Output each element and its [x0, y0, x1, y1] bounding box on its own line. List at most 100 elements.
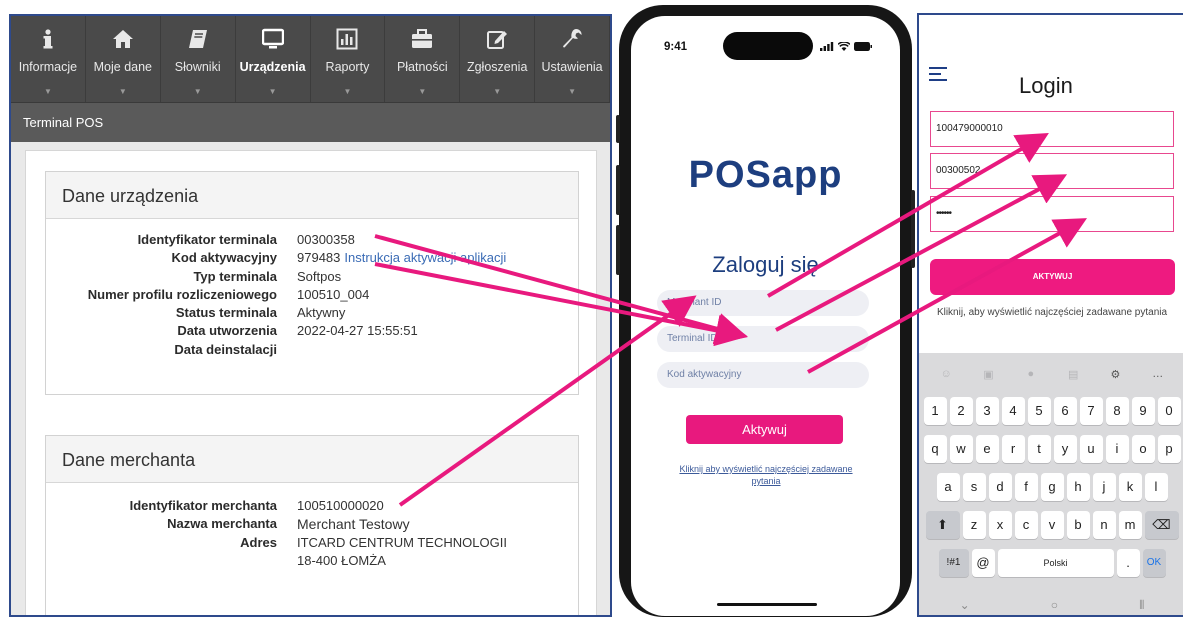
- chevron-down-icon[interactable]: ⌄: [960, 598, 970, 612]
- faq-link[interactable]: Kliknij aby wyświetlić najczęściej zadaw…: [671, 463, 861, 487]
- key[interactable]: b: [1066, 511, 1090, 539]
- top-navigation: Informacje ▼ Moje dane ▼ Słowniki ▼ Urzą…: [11, 16, 610, 102]
- key[interactable]: v: [1040, 511, 1064, 539]
- merchant-id-value: 100510000020: [297, 498, 384, 513]
- key[interactable]: h: [1066, 473, 1090, 501]
- home-circle-icon[interactable]: ○: [1051, 598, 1058, 612]
- key[interactable]: 7: [1079, 397, 1103, 425]
- faq-link[interactable]: Kliknij, aby wyświetlić najczęściej zada…: [925, 307, 1179, 319]
- nav-item-urzadzenia[interactable]: Urządzenia ▼: [236, 16, 311, 102]
- activation-instructions-link[interactable]: Instrukcja aktywacji aplikacji: [344, 249, 506, 267]
- key[interactable]: i: [1105, 435, 1129, 463]
- nav-item-platnosci[interactable]: Płatności ▼: [385, 16, 461, 102]
- activation-code-input[interactable]: Kod aktywacyjny: [657, 362, 869, 388]
- detail-label: Data deinstalacji: [174, 341, 277, 357]
- key[interactable]: 5: [1027, 397, 1051, 425]
- key[interactable]: 9: [1131, 397, 1155, 425]
- key[interactable]: n: [1092, 511, 1116, 539]
- menu-icon[interactable]: [929, 67, 947, 85]
- key[interactable]: q: [923, 435, 947, 463]
- key[interactable]: 0: [1157, 397, 1181, 425]
- detail-row: Data deinstalacji: [46, 341, 578, 359]
- at-key[interactable]: @: [971, 549, 995, 577]
- activation-code-value: 979483: [297, 250, 341, 266]
- symbols-key[interactable]: !#1: [938, 549, 969, 577]
- key[interactable]: u: [1079, 435, 1103, 463]
- detail-label: Identyfikator terminala: [137, 232, 277, 247]
- activation-code-field[interactable]: ••••••: [930, 196, 1174, 232]
- key[interactable]: w: [949, 435, 973, 463]
- system-icons: [820, 42, 872, 51]
- terminal-id-input[interactable]: Terminal ID: [657, 326, 869, 352]
- key[interactable]: g: [1040, 473, 1064, 501]
- key[interactable]: 4: [1001, 397, 1025, 425]
- clipboard-icon[interactable]: ▤: [1062, 368, 1084, 381]
- more-icon[interactable]: …: [1147, 368, 1169, 380]
- detail-value: 2022-04-27 15:55:51: [297, 323, 418, 339]
- key[interactable]: c: [1014, 511, 1038, 539]
- key[interactable]: d: [988, 473, 1012, 501]
- key[interactable]: m: [1118, 511, 1142, 539]
- monitor-icon: [260, 26, 286, 52]
- space-key[interactable]: Polski: [997, 549, 1114, 577]
- nav-item-ustawienia[interactable]: Ustawienia ▼: [535, 16, 610, 102]
- key[interactable]: p: [1157, 435, 1181, 463]
- nav-item-slowniki[interactable]: Słowniki ▼: [161, 16, 236, 102]
- key[interactable]: 6: [1053, 397, 1077, 425]
- detail-row: Status terminala Aktywny: [46, 304, 578, 322]
- terminal-id-field[interactable]: 00300502: [930, 153, 1174, 189]
- activate-button[interactable]: Aktywuj: [686, 415, 843, 444]
- shift-key[interactable]: ⬆: [925, 511, 960, 539]
- key[interactable]: r: [1001, 435, 1025, 463]
- key[interactable]: j: [1092, 473, 1116, 501]
- key[interactable]: z: [962, 511, 986, 539]
- detail-value: Aktywny: [297, 305, 346, 321]
- key[interactable]: o: [1131, 435, 1155, 463]
- key[interactable]: 2: [949, 397, 973, 425]
- period-key[interactable]: .: [1116, 549, 1140, 577]
- emoji-icon[interactable]: ☺: [935, 368, 957, 380]
- merchant-id-input[interactable]: Merchant ID: [657, 290, 869, 316]
- nav-item-zgloszenia[interactable]: Zgłoszenia ▼: [460, 16, 536, 102]
- key[interactable]: e: [975, 435, 999, 463]
- merchant-id-field[interactable]: 100479000010: [930, 111, 1174, 147]
- recents-icon[interactable]: ⦀: [1139, 598, 1144, 613]
- nav-item-informacje[interactable]: Informacje ▼: [11, 16, 86, 102]
- key[interactable]: 8: [1105, 397, 1129, 425]
- microphone-icon[interactable]: ●: [1020, 368, 1042, 380]
- sticker-icon[interactable]: ▣: [977, 368, 999, 381]
- iphone-mockup: 9:41 POSapp Zaloguj się Merchant ID Term…: [616, 5, 915, 617]
- keyboard-toolbar: ☺ ▣ ● ▤ ⚙ …: [919, 353, 1183, 395]
- volume-down-button: [616, 225, 620, 275]
- nav-label: Ustawienia: [541, 60, 603, 74]
- key[interactable]: 1: [923, 397, 947, 425]
- ok-key[interactable]: OK: [1142, 549, 1166, 577]
- nav-item-moje-dane[interactable]: Moje dane ▼: [86, 16, 161, 102]
- phone-screen: 9:41 POSapp Zaloguj się Merchant ID Term…: [631, 16, 900, 616]
- nav-item-raporty[interactable]: Raporty ▼: [311, 16, 386, 102]
- key[interactable]: x: [988, 511, 1012, 539]
- detail-label: Typ terminala: [193, 268, 277, 284]
- detail-row: Numer profilu rozliczeniowego 100510_004: [46, 286, 578, 304]
- edit-icon: [484, 26, 510, 52]
- key[interactable]: l: [1144, 473, 1168, 501]
- info-icon: [35, 26, 61, 52]
- nav-label: Moje dane: [93, 60, 152, 74]
- merchant-card: Dane merchanta Identyfikator merchanta 10…: [45, 435, 579, 615]
- detail-label: [46, 552, 297, 570]
- content-area: Dane urządzenia Identyfikator terminala 0…: [25, 150, 597, 615]
- backspace-key[interactable]: ⌫: [1144, 511, 1179, 539]
- gear-icon[interactable]: ⚙: [1104, 368, 1126, 381]
- key[interactable]: f: [1014, 473, 1038, 501]
- activate-button[interactable]: AKTYWUJ: [930, 259, 1175, 295]
- key[interactable]: k: [1118, 473, 1142, 501]
- key[interactable]: y: [1053, 435, 1077, 463]
- caret-down-icon: ▼: [568, 87, 577, 96]
- device-card-title: Dane urządzenia: [46, 172, 578, 219]
- key[interactable]: a: [936, 473, 960, 501]
- key[interactable]: 3: [975, 397, 999, 425]
- merchant-card-title: Dane merchanta: [46, 436, 578, 483]
- keyboard-row-bottom: !#1 @ Polski . OK: [919, 549, 1183, 577]
- key[interactable]: t: [1027, 435, 1051, 463]
- key[interactable]: s: [962, 473, 986, 501]
